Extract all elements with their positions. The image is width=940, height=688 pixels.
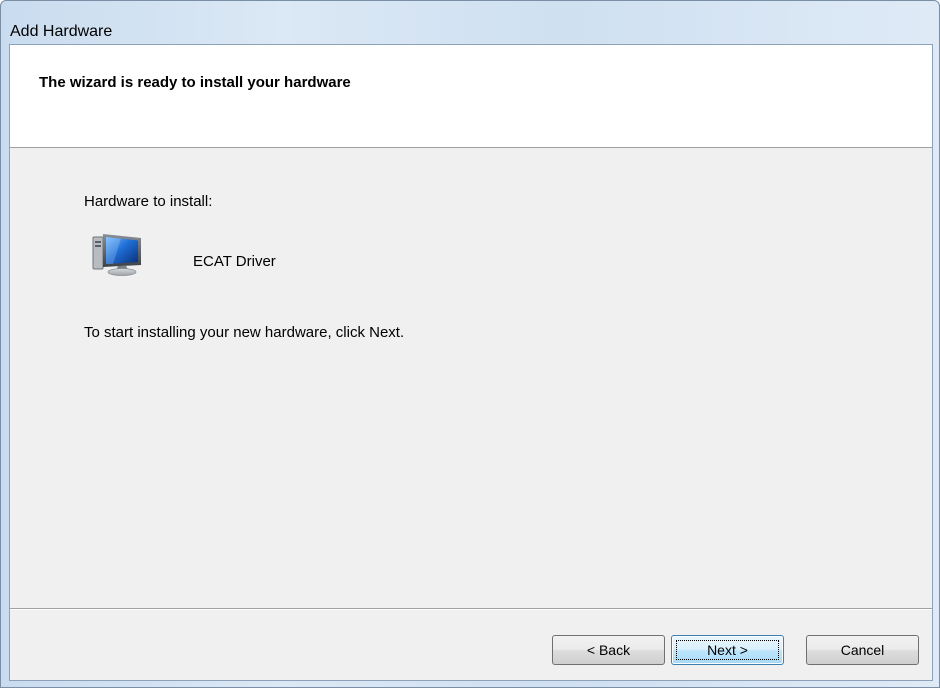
instruction-text: To start installing your new hardware, c…: [84, 324, 405, 341]
monitor-icon: [91, 231, 147, 277]
title-bar[interactable]: Add Hardware: [1, 1, 939, 43]
wizard-client-area: The wizard is ready to install your hard…: [9, 44, 933, 681]
back-button[interactable]: < Back: [552, 635, 665, 665]
wizard-window: Add Hardware The wizard is ready to inst…: [0, 0, 940, 688]
next-button[interactable]: Next >: [671, 635, 784, 665]
cancel-button[interactable]: Cancel: [806, 635, 919, 665]
footer-divider: [10, 608, 932, 610]
page-title: The wizard is ready to install your hard…: [39, 74, 351, 91]
wizard-header: The wizard is ready to install your hard…: [10, 45, 932, 148]
window-title: Add Hardware: [10, 23, 113, 40]
device-name: ECAT Driver: [193, 253, 276, 270]
focus-ring: [676, 640, 779, 660]
hardware-to-install-label: Hardware to install:: [84, 193, 213, 210]
